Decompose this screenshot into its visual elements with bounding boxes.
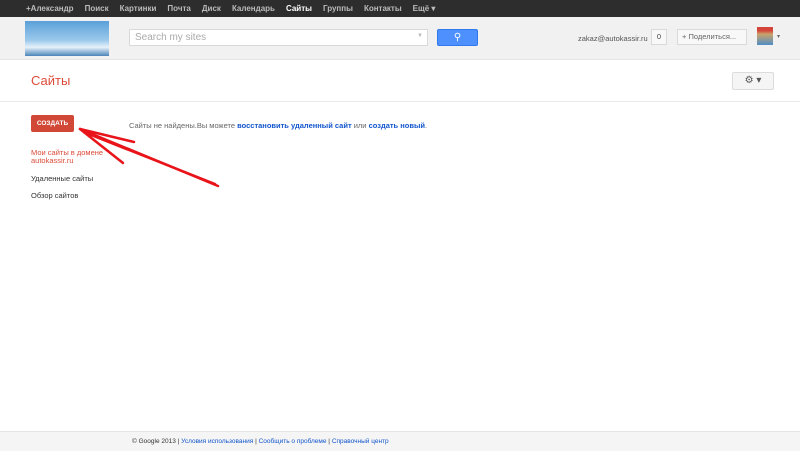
- red-arrow-annotation: [78, 127, 220, 188]
- terms-link[interactable]: Условия использования: [181, 438, 253, 445]
- help-link[interactable]: Справочный центр: [332, 438, 389, 445]
- copyright: © Google 2013: [132, 438, 176, 445]
- report-link[interactable]: Сообщить о проблеме: [259, 438, 327, 445]
- footer: © Google 2013 | Условия использования | …: [0, 431, 800, 451]
